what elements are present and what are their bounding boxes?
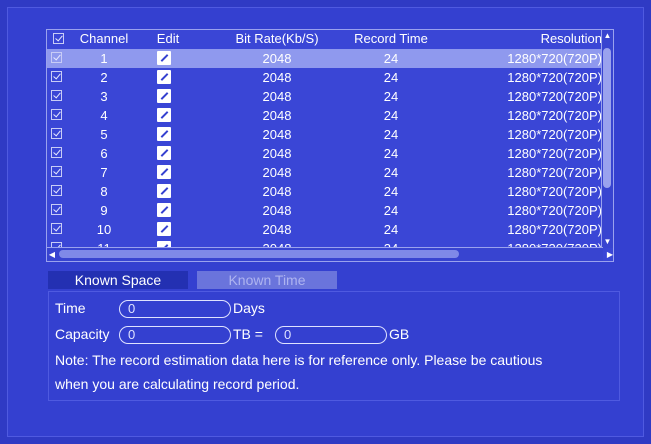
time-label: Time [55, 300, 86, 316]
table-body: 1 2048 24 1280*720(720P) 2 2048 24 1280*720(720… [47, 49, 603, 249]
cell-channel: 3 [100, 89, 108, 104]
edit-icon[interactable] [157, 165, 171, 179]
cell-record-time: 24 [383, 184, 399, 199]
header-record-time: Record Time [354, 31, 428, 46]
capacity-label: Capacity [55, 326, 110, 342]
cell-resolution: 1280*720(720P) [507, 51, 602, 66]
table-row[interactable]: 2 2048 24 1280*720(720P) [47, 68, 603, 87]
header-resolution: Resolution [540, 31, 602, 46]
gb-input[interactable]: 0 [275, 326, 387, 344]
edit-icon[interactable] [157, 184, 171, 198]
scroll-up-icon[interactable]: ▲ [602, 30, 613, 42]
cell-channel: 5 [100, 127, 108, 142]
cell-channel: 8 [100, 184, 108, 199]
tab-known-space[interactable]: Known Space [48, 271, 188, 289]
cell-channel: 7 [100, 165, 108, 180]
row-checkbox[interactable] [51, 90, 62, 101]
cell-resolution: 1280*720(720P) [507, 203, 602, 218]
note-line-2: when you are calculating record period. [55, 376, 300, 392]
channel-table: Channel Edit Bit Rate(Kb/S) Record Time … [46, 29, 614, 262]
cell-channel: 4 [100, 108, 108, 123]
edit-icon[interactable] [157, 222, 171, 236]
cell-record-time: 24 [383, 51, 399, 66]
horizontal-scroll-thumb[interactable] [59, 250, 459, 258]
cell-resolution: 1280*720(720P) [507, 184, 602, 199]
row-checkbox[interactable] [51, 128, 62, 139]
note-line-1: Note: The record estimation data here is… [55, 352, 543, 368]
vertical-scrollbar[interactable]: ▲ ▼ [601, 30, 613, 248]
row-checkbox[interactable] [51, 166, 62, 177]
cell-record-time: 24 [383, 165, 399, 180]
cell-channel: 9 [100, 203, 108, 218]
days-unit: Days [233, 300, 265, 316]
row-checkbox[interactable] [51, 147, 62, 158]
cell-resolution: 1280*720(720P) [507, 108, 602, 123]
scroll-down-icon[interactable]: ▼ [602, 236, 613, 248]
tb-unit: TB = [233, 326, 263, 342]
edit-icon[interactable] [157, 108, 171, 122]
cell-resolution: 1280*720(720P) [507, 89, 602, 104]
table-header: Channel Edit Bit Rate(Kb/S) Record Time … [47, 30, 603, 48]
cell-record-time: 24 [383, 89, 399, 104]
cell-record-time: 24 [383, 203, 399, 218]
table-row[interactable]: 6 2048 24 1280*720(720P) [47, 144, 603, 163]
table-row[interactable]: 4 2048 24 1280*720(720P) [47, 106, 603, 125]
scroll-left-icon[interactable]: ◀ [47, 248, 57, 261]
cell-resolution: 1280*720(720P) [507, 70, 602, 85]
edit-icon[interactable] [157, 203, 171, 217]
row-checkbox[interactable] [51, 109, 62, 120]
cell-resolution: 1280*720(720P) [507, 127, 602, 142]
vertical-scroll-thumb[interactable] [603, 48, 611, 188]
capacity-input[interactable]: 0 [119, 326, 231, 344]
row-checkbox[interactable] [51, 185, 62, 196]
cell-record-time: 24 [383, 108, 399, 123]
row-checkbox[interactable] [51, 71, 62, 82]
table-row[interactable]: 9 2048 24 1280*720(720P) [47, 201, 603, 220]
row-checkbox[interactable] [51, 223, 62, 234]
table-row[interactable]: 7 2048 24 1280*720(720P) [47, 163, 603, 182]
tab-known-time[interactable]: Known Time [197, 271, 337, 289]
time-input[interactable]: 0 [119, 300, 231, 318]
edit-icon[interactable] [157, 127, 171, 141]
cell-record-time: 24 [383, 146, 399, 161]
row-checkbox[interactable] [51, 52, 62, 63]
horizontal-scrollbar[interactable]: ◀ ▶ [47, 247, 613, 261]
cell-resolution: 1280*720(720P) [507, 146, 602, 161]
cell-resolution: 1280*720(720P) [507, 165, 602, 180]
cell-record-time: 24 [383, 70, 399, 85]
estimate-form: Time 0 Days Capacity 0 TB = 0 GB Note: T… [48, 291, 620, 401]
cell-channel: 2 [100, 70, 108, 85]
header-channel: Channel [79, 31, 129, 46]
table-row[interactable]: 8 2048 24 1280*720(720P) [47, 182, 603, 201]
cell-resolution: 1280*720(720P) [507, 222, 602, 237]
row-checkbox[interactable] [51, 204, 62, 215]
cell-record-time: 24 [383, 222, 399, 237]
cell-channel: 10 [96, 222, 112, 237]
table-row[interactable]: 10 2048 24 1280*720(720P) [47, 220, 603, 239]
cell-record-time: 24 [383, 127, 399, 142]
cell-channel: 1 [100, 51, 108, 66]
edit-icon[interactable] [157, 89, 171, 103]
cell-channel: 6 [100, 146, 108, 161]
gb-unit: GB [389, 326, 410, 342]
header-edit: Edit [156, 31, 180, 46]
edit-icon[interactable] [157, 51, 171, 65]
edit-icon[interactable] [157, 70, 171, 84]
table-row[interactable]: 3 2048 24 1280*720(720P) [47, 87, 603, 106]
scroll-right-icon[interactable]: ▶ [605, 248, 613, 261]
table-row[interactable]: 1 2048 24 1280*720(720P) [47, 49, 603, 68]
table-row[interactable]: 5 2048 24 1280*720(720P) [47, 125, 603, 144]
edit-icon[interactable] [157, 146, 171, 160]
